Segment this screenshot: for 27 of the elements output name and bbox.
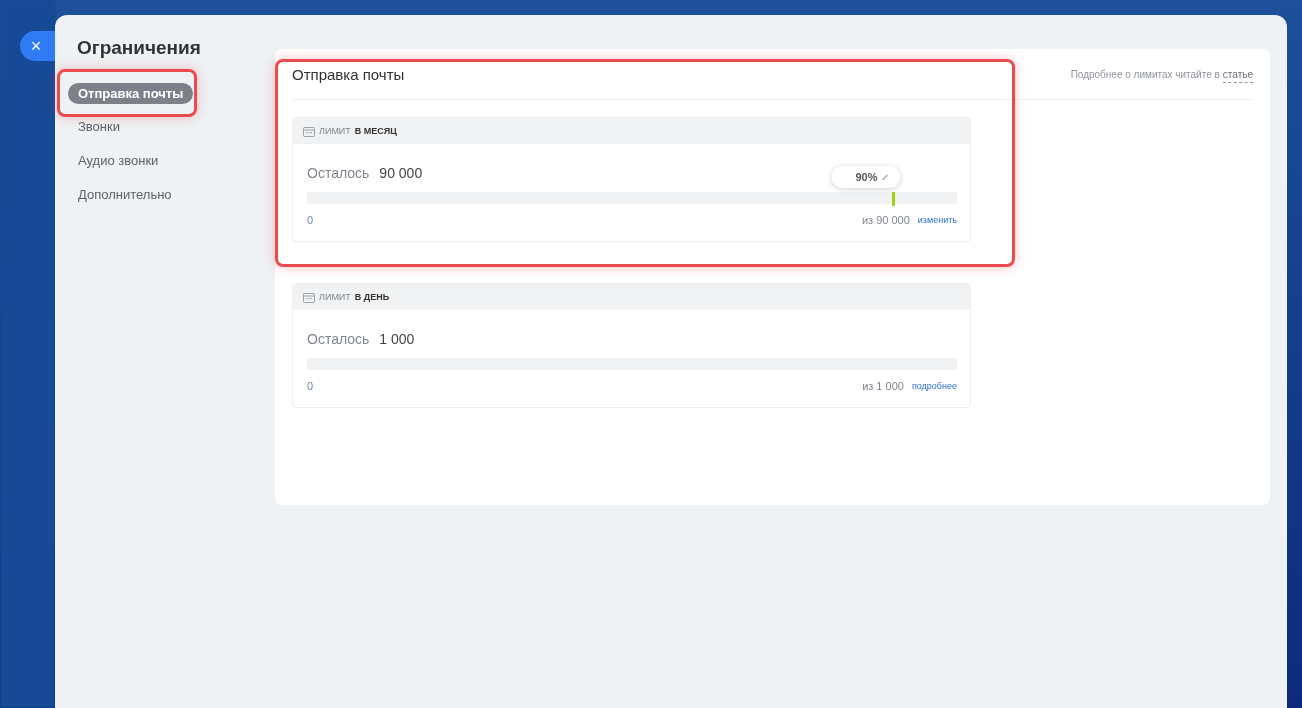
remaining-label: Осталось [307,164,370,182]
calendar-icon [303,291,315,303]
limit-action-link[interactable]: изменить [917,214,957,226]
limit-total: из 1 000 [862,379,904,393]
section-heading: Отправка почты [292,65,405,85]
calendar-icon [303,125,315,137]
sidebar-item[interactable]: Отправка почты [68,83,194,104]
limit-action-link[interactable]: подробнее [911,380,957,392]
sidebar-item[interactable]: Аудио звонки [68,150,169,172]
threshold-tooltip[interactable]: 90% [831,166,901,188]
remaining-value: 1 000 [379,330,415,348]
pencil-icon [881,173,889,181]
article-link[interactable]: статье [1222,68,1253,83]
dialog-title: Ограничения [77,36,202,60]
sidebar-item[interactable]: Дополнительно [68,184,182,206]
close-button[interactable]: × [20,31,56,61]
remaining-label: Осталось [307,330,370,348]
limit-total: из 90 000 [861,213,910,227]
help-text: Подробнее о лимитах читайте в [1070,68,1220,82]
limit-label: ЛИМИТ [319,125,351,137]
sidebar-item[interactable]: Звонки [68,116,130,138]
limit-label: ЛИМИТ [319,291,351,303]
range-start: 0 [307,213,314,227]
limit-period: В МЕСЯЦ [354,125,397,137]
limit-period: В ДЕНЬ [354,291,390,303]
range-start: 0 [307,379,314,393]
remaining-value: 90 000 [379,164,423,182]
